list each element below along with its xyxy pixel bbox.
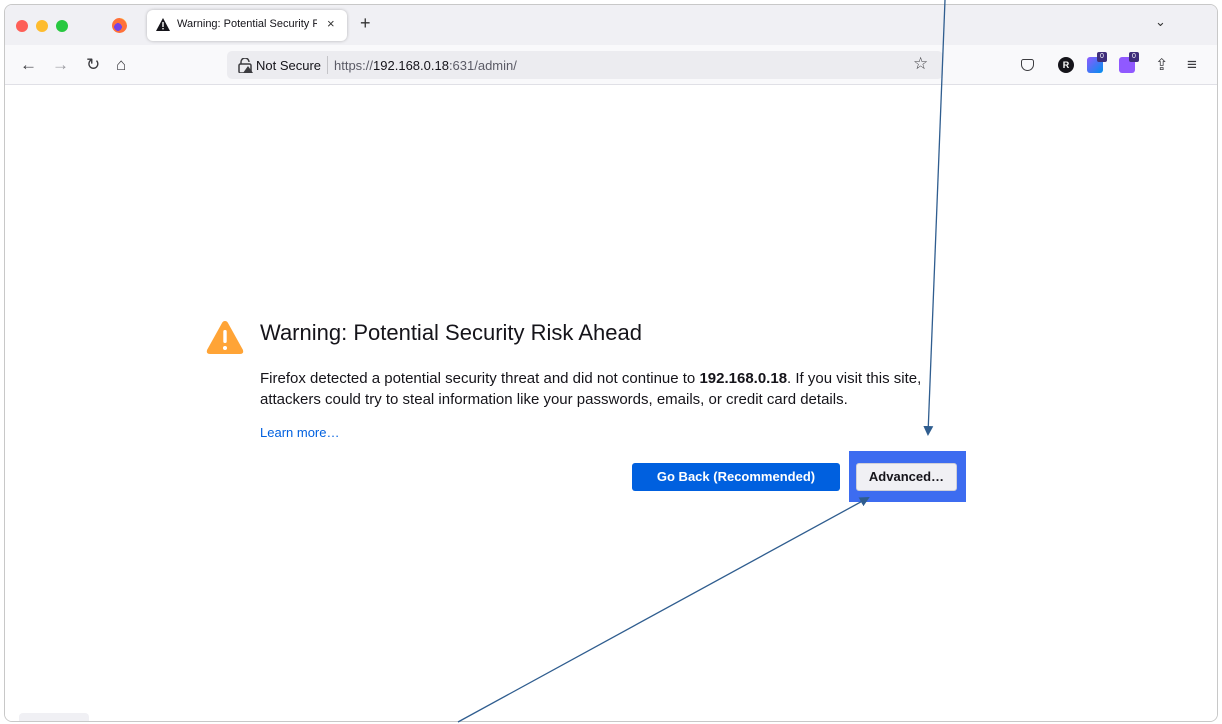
url-path: :631/admin/: [448, 58, 517, 73]
share-icon[interactable]: ⇪: [1155, 55, 1168, 75]
warning-triangle-icon: [206, 321, 244, 354]
warning-description: Firefox detected a potential security th…: [260, 368, 950, 410]
bookmark-star-icon[interactable]: ☆: [913, 54, 928, 74]
reload-button[interactable]: ↻: [86, 55, 100, 75]
back-button[interactable]: ←: [20, 55, 37, 75]
home-button[interactable]: ⌂: [116, 55, 126, 75]
extension-badge: 0: [1097, 52, 1107, 62]
url-text[interactable]: https://192.168.0.18:631/admin/: [334, 58, 517, 73]
browser-window: Warning: Potential Security Risk Ahead ×…: [4, 4, 1218, 722]
go-back-button[interactable]: Go Back (Recommended): [632, 463, 840, 491]
pocket-icon[interactable]: [1021, 59, 1034, 71]
warning-triangle-icon: [156, 18, 170, 31]
url-bar[interactable]: Not Secure https://192.168.0.18:631/admi…: [227, 51, 943, 79]
extension-r-icon[interactable]: R: [1058, 57, 1074, 73]
firefox-logo-icon[interactable]: [112, 18, 127, 33]
url-prefix: https://: [334, 58, 374, 73]
tab-list-chevron-down-icon[interactable]: ⌄: [1155, 14, 1166, 30]
window-minimize-button[interactable]: [36, 20, 48, 32]
advanced-button[interactable]: Advanced…: [856, 463, 957, 491]
desc-text: Firefox detected a potential security th…: [260, 370, 700, 387]
insecure-lock-icon[interactable]: [237, 58, 253, 73]
navigation-toolbar: ← → ↻ ⌂ Not Secure https://192.168.0.18:…: [5, 45, 1217, 85]
status-panel-edge: [19, 713, 89, 721]
security-status-label[interactable]: Not Secure: [256, 58, 321, 73]
new-tab-button[interactable]: +: [360, 13, 371, 33]
tab-close-icon[interactable]: ×: [327, 16, 335, 31]
window-maximize-button[interactable]: [56, 20, 68, 32]
tab-security-warning[interactable]: Warning: Potential Security Risk Ahead ×: [147, 10, 347, 41]
window-close-button[interactable]: [16, 20, 28, 32]
page-title: Warning: Potential Security Risk Ahead: [260, 320, 642, 345]
tab-title: Warning: Potential Security Risk Ahead: [177, 18, 317, 30]
learn-more-link[interactable]: Learn more…: [260, 425, 339, 440]
extension-purple-icon[interactable]: 0: [1119, 52, 1139, 73]
extension-badge: 0: [1129, 52, 1139, 62]
url-divider: [327, 56, 328, 74]
desc-host: 192.168.0.18: [699, 370, 788, 387]
url-host: 192.168.0.18: [373, 58, 449, 73]
page-content: Warning: Potential Security Risk Ahead F…: [5, 86, 1217, 721]
forward-button[interactable]: →: [52, 55, 69, 75]
extension-blue-icon[interactable]: 0: [1087, 52, 1107, 73]
tab-strip: Warning: Potential Security Risk Ahead ×…: [5, 5, 1217, 45]
menu-icon[interactable]: ≡: [1187, 55, 1197, 75]
